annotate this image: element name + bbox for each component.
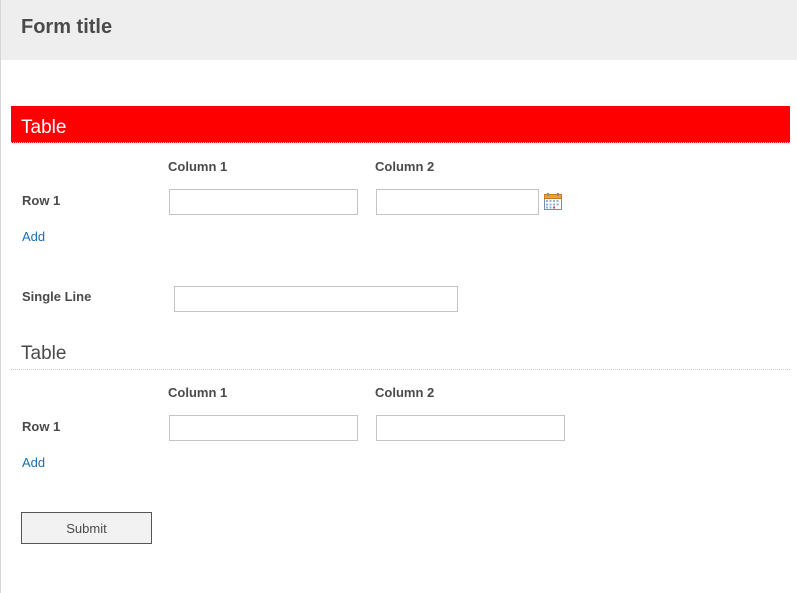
table-1-row-1-column-1-input[interactable] [169, 189, 358, 215]
calendar-icon[interactable] [544, 193, 562, 210]
form-page: Form title Table Column 1 Column 2 Row 1… [0, 0, 797, 593]
submit-button[interactable]: Submit [21, 512, 152, 544]
section-header-table-1: Table [11, 106, 790, 143]
form-header: Form title [1, 0, 797, 60]
table-1-add-row-link[interactable]: Add [22, 229, 45, 244]
table-2-row-1-column-1-input[interactable] [169, 415, 358, 441]
table-1-column-2-header: Column 2 [375, 159, 435, 174]
table-1-row-1-label: Row 1 [22, 193, 61, 208]
section-title-table-2: Table [21, 343, 67, 364]
table-2-row-1-label: Row 1 [22, 419, 61, 434]
single-line-input[interactable] [174, 286, 458, 312]
table-2-column-1-header: Column 1 [168, 385, 228, 400]
section-title-table-1: Table [21, 117, 67, 138]
table-2-row-1-column-2-input[interactable] [376, 415, 565, 441]
table-1-row-1-column-2-date-input[interactable] [376, 189, 539, 215]
form-title: Form title [21, 16, 113, 38]
table-1-column-1-header: Column 1 [168, 159, 228, 174]
section-header-table-2: Table [11, 338, 790, 370]
single-line-label: Single Line [22, 289, 92, 304]
table-2-add-row-link[interactable]: Add [22, 455, 45, 470]
table-2-column-2-header: Column 2 [375, 385, 435, 400]
